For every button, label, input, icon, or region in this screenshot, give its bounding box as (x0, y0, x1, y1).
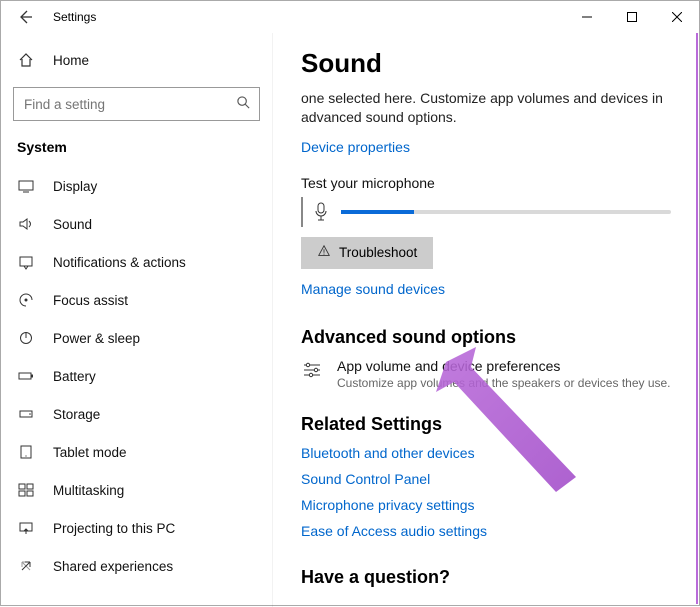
troubleshoot-button[interactable]: Troubleshoot (301, 237, 433, 269)
microphone-icon (311, 202, 331, 222)
sidebar-item-label: Tablet mode (53, 445, 127, 460)
sidebar-item-label: Sound (53, 217, 92, 232)
focus-assist-icon (17, 291, 35, 309)
sidebar-item-notifications[interactable]: Notifications & actions (1, 243, 272, 281)
mic-test-row (301, 197, 671, 227)
page-title: Sound (301, 48, 671, 79)
sidebar-item-tablet-mode[interactable]: Tablet mode (1, 433, 272, 471)
sidebar-item-label: Projecting to this PC (53, 521, 175, 536)
page-description: one selected here. Customize app volumes… (301, 89, 671, 127)
sidebar-home[interactable]: Home (1, 41, 272, 79)
shared-icon (17, 557, 35, 575)
sidebar-item-label: Focus assist (53, 293, 128, 308)
close-button[interactable] (654, 1, 699, 33)
sidebar-item-label: Home (53, 53, 89, 68)
device-properties-link[interactable]: Device properties (301, 139, 410, 155)
search-icon (236, 95, 251, 113)
test-mic-label: Test your microphone (301, 175, 671, 191)
window-title: Settings (41, 10, 96, 24)
sidebar-item-storage[interactable]: Storage (1, 395, 272, 433)
pref-subtitle: Customize app volumes and the speakers o… (337, 376, 671, 390)
app-volume-preferences[interactable]: App volume and device preferences Custom… (301, 358, 671, 390)
tablet-icon (17, 443, 35, 461)
manage-sound-devices-link[interactable]: Manage sound devices (301, 281, 445, 297)
related-link-sound-control-panel[interactable]: Sound Control Panel (301, 471, 671, 487)
sidebar-item-power[interactable]: Power & sleep (1, 319, 272, 357)
search-box[interactable] (13, 87, 260, 121)
related-link-ease-of-access[interactable]: Ease of Access audio settings (301, 523, 671, 539)
sidebar-item-display[interactable]: Display (1, 167, 272, 205)
storage-icon (17, 405, 35, 423)
sidebar-item-label: Display (53, 179, 97, 194)
sidebar-item-label: Multitasking (53, 483, 124, 498)
sidebar-item-projecting[interactable]: Projecting to this PC (1, 509, 272, 547)
sound-icon (17, 215, 35, 233)
titlebar: Settings (1, 1, 699, 33)
home-icon (17, 51, 35, 69)
display-icon (17, 177, 35, 195)
sidebar-item-shared[interactable]: Shared experiences (1, 547, 272, 585)
scrollbar-indicator (696, 33, 698, 604)
battery-icon (17, 367, 35, 385)
sidebar-item-label: Battery (53, 369, 96, 384)
sidebar-section-label: System (1, 131, 272, 167)
sidebar-item-sound[interactable]: Sound (1, 205, 272, 243)
sidebar-item-multitasking[interactable]: Multitasking (1, 471, 272, 509)
sidebar-item-label: Notifications & actions (53, 255, 186, 270)
sidebar-item-focus-assist[interactable]: Focus assist (1, 281, 272, 319)
sliders-icon (301, 360, 323, 380)
search-input[interactable] (22, 96, 236, 113)
related-heading: Related Settings (301, 414, 671, 435)
pref-title: App volume and device preferences (337, 358, 671, 374)
projecting-icon (17, 519, 35, 537)
multitasking-icon (17, 481, 35, 499)
sidebar: Home System Display Sound Notifications … (1, 33, 273, 607)
sidebar-item-label: Shared experiences (53, 559, 173, 574)
sidebar-item-battery[interactable]: Battery (1, 357, 272, 395)
sidebar-item-label: Power & sleep (53, 331, 140, 346)
mic-level-meter (341, 210, 671, 214)
main-panel: Sound one selected here. Customize app v… (273, 33, 699, 607)
power-icon (17, 329, 35, 347)
sidebar-item-label: Storage (53, 407, 100, 422)
notifications-icon (17, 253, 35, 271)
minimize-button[interactable] (564, 1, 609, 33)
button-label: Troubleshoot (339, 245, 417, 260)
warning-icon (317, 244, 331, 261)
related-link-microphone-privacy[interactable]: Microphone privacy settings (301, 497, 671, 513)
back-button[interactable] (9, 1, 41, 33)
arrow-left-icon (17, 9, 33, 25)
question-heading: Have a question? (301, 567, 671, 588)
related-link-bluetooth[interactable]: Bluetooth and other devices (301, 445, 671, 461)
advanced-heading: Advanced sound options (301, 327, 671, 348)
maximize-button[interactable] (609, 1, 654, 33)
